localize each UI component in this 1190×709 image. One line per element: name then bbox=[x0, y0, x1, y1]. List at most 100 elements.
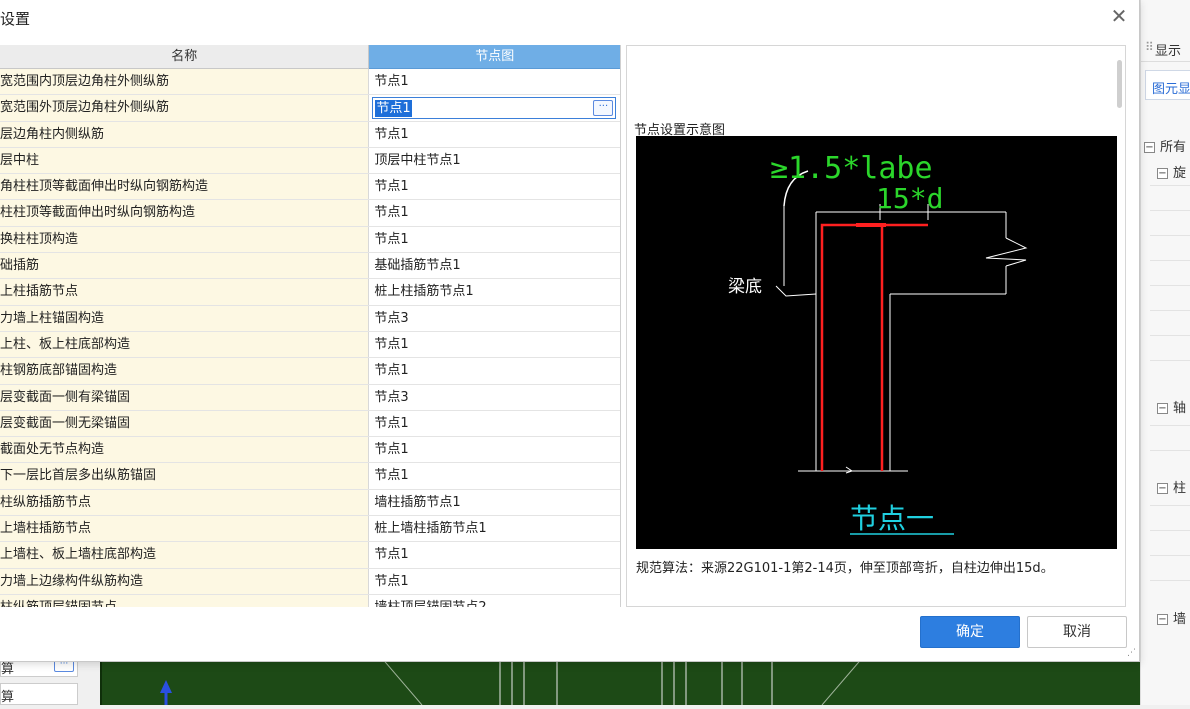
cell-name[interactable]: 层边角柱内侧纵筋 bbox=[0, 121, 370, 147]
cell-node-diagram[interactable]: 桩上柱插筋节点1 bbox=[369, 279, 620, 305]
cell-name[interactable]: 上柱插筋节点 bbox=[0, 279, 370, 305]
collapse-icon[interactable]: − bbox=[1157, 614, 1168, 625]
table-header: 名称 节点图 bbox=[0, 45, 620, 69]
node-diagram-svg: ≥1.5*labe 15*d 梁底 节点一 bbox=[728, 151, 1028, 535]
cell-name[interactable]: 宽范围内顶层边角柱外侧纵筋 bbox=[0, 69, 370, 95]
table-row[interactable]: 柱柱顶等截面伸出时纵向钢筋构造 节点1 bbox=[0, 200, 620, 227]
table-row[interactable]: 柱钢筋底部锚固构造 节点1 bbox=[0, 358, 620, 385]
cell-node-diagram[interactable]: 桩上墙柱插筋节点1 bbox=[369, 516, 620, 542]
cell-node-diagram[interactable]: 节点3 bbox=[369, 305, 620, 331]
table-row[interactable]: 层变截面一侧无梁锚固 节点1 bbox=[0, 410, 620, 438]
cell-name[interactable]: 上墙柱插筋节点 bbox=[0, 516, 370, 542]
cell-node-diagram[interactable]: 节点1 bbox=[369, 410, 620, 437]
collapse-icon[interactable]: − bbox=[1157, 403, 1168, 414]
table-row[interactable]: 截面处无节点构造 节点1 bbox=[0, 437, 620, 464]
cell-name[interactable]: 力墙上柱锚固构造 bbox=[0, 305, 370, 331]
cell-name[interactable]: 换柱柱顶构造 bbox=[0, 226, 370, 253]
cancel-button[interactable]: 取消 bbox=[1027, 616, 1127, 648]
node-diagram: ≥1.5*labe 15*d 梁底 节点一 bbox=[636, 136, 1117, 549]
preview-scrollbar[interactable] bbox=[1117, 60, 1122, 108]
cell-name[interactable]: 层变截面一侧无梁锚固 bbox=[0, 410, 370, 437]
column-header-name[interactable]: 名称 bbox=[0, 45, 370, 69]
cell-name[interactable]: 层中柱 bbox=[0, 147, 370, 174]
ellipsis-button[interactable]: ··· bbox=[593, 100, 614, 117]
resize-grip-icon[interactable]: ⋰ bbox=[1127, 648, 1136, 658]
table-row[interactable]: 柱纵筋顶层锚固节点墙柱顶层锚固节点2 bbox=[0, 594, 620, 607]
cell-node-diagram[interactable]: 节点1 bbox=[369, 226, 620, 253]
collapse-icon[interactable]: − bbox=[1144, 142, 1155, 153]
cell-node-diagram[interactable]: 节点1 bbox=[369, 542, 620, 568]
table-row[interactable]: 宽范围内顶层边角柱外侧纵筋 节点1 bbox=[0, 69, 620, 96]
table-row[interactable]: 下一层比首层多出纵筋锚固 节点1 bbox=[0, 463, 620, 490]
cell-node-diagram[interactable]: 节点1 bbox=[369, 358, 620, 384]
cell-node-diagram[interactable]: 节点1 bbox=[369, 331, 620, 358]
dialog-title: 设置 bbox=[0, 10, 31, 28]
display-toolbar-label[interactable]: 显示 bbox=[1141, 36, 1190, 62]
table-row[interactable]: 上墙柱插筋节点 桩上墙柱插筋节点1 bbox=[0, 516, 620, 543]
cell-name[interactable]: 柱钢筋底部锚固构造 bbox=[0, 358, 370, 384]
cell-name[interactable]: 上柱、板上柱底部构造 bbox=[0, 331, 370, 358]
tab-element-display[interactable]: 图元显 bbox=[1145, 70, 1190, 100]
settings-dialog: 设置 ✕ 名称 节点图 宽范围内顶层边角柱外侧纵筋 节点1 宽范围外顶层边角柱外侧纵… bbox=[0, 0, 1140, 662]
cell-name[interactable]: 础插筋 bbox=[0, 253, 370, 279]
cell-name[interactable]: 宽范围外顶层边角柱外侧纵筋 bbox=[0, 95, 370, 121]
collapse-icon[interactable]: − bbox=[1157, 483, 1168, 494]
cell-node-diagram[interactable]: 顶层中柱节点1 bbox=[369, 147, 620, 174]
tree-node-axis[interactable]: − 轴 bbox=[1157, 397, 1190, 416]
table-row[interactable]: 层中柱 顶层中柱节点1 bbox=[0, 147, 620, 175]
cell-node-diagram[interactable]: 节点3 bbox=[369, 384, 620, 410]
table-row[interactable]: 换柱柱顶构造 节点1 bbox=[0, 226, 620, 254]
cell-node-diagram[interactable]: 节点1 bbox=[369, 174, 620, 200]
cell-name[interactable]: 柱纵筋顶层锚固节点 bbox=[0, 594, 370, 607]
cell-name[interactable]: 柱柱顶等截面伸出时纵向钢筋构造 bbox=[0, 200, 370, 226]
table-row[interactable]: 柱纵筋插筋节点 墙柱插筋节点1 bbox=[0, 489, 620, 517]
label-bend-length: 15*d bbox=[876, 182, 943, 215]
cell-node-diagram[interactable]: 节点1 ··· bbox=[369, 95, 620, 121]
column-header-node-diagram[interactable]: 节点图 bbox=[369, 45, 620, 69]
cell-name[interactable]: 角柱柱顶等截面伸出时纵向钢筋构造 bbox=[0, 174, 370, 200]
tree-node-rotate[interactable]: − 旋 bbox=[1157, 162, 1190, 181]
cell-node-diagram[interactable]: 节点1 bbox=[369, 568, 620, 594]
collapse-icon[interactable]: − bbox=[1157, 168, 1168, 179]
cell-name[interactable]: 力墙上边缘构件纵筋构造 bbox=[0, 568, 370, 594]
tree-node-all[interactable]: − 所有 bbox=[1144, 136, 1190, 155]
axis-z-arrow-icon bbox=[160, 680, 172, 693]
cell-name[interactable]: 上墙柱、板上墙柱底部构造 bbox=[0, 542, 370, 568]
table-row[interactable]: 层变截面一侧有梁锚固 节点3 bbox=[0, 384, 620, 411]
table-row[interactable]: 层边角柱内侧纵筋 节点1 bbox=[0, 121, 620, 148]
selected-node-text[interactable]: 节点1 bbox=[375, 100, 412, 118]
table-row[interactable]: 础插筋 基础插筋节点1 bbox=[0, 253, 620, 280]
right-side-panel: ⠿ 显示 图元显 bbox=[1140, 0, 1190, 705]
specification-note: 规范算法：来源22G101-1第2-14页，伸至顶部弯折，自柱边伸出15d。 bbox=[636, 561, 1054, 576]
background-field[interactable]: 算 bbox=[0, 683, 78, 705]
cell-node-diagram[interactable]: 墙柱顶层锚固节点2 bbox=[369, 594, 620, 607]
table-row[interactable]: 上柱插筋节点 桩上柱插筋节点1 bbox=[0, 279, 620, 306]
cell-name[interactable]: 下一层比首层多出纵筋锚固 bbox=[0, 463, 370, 489]
preview-panel: 节点设置示意图 ≥1.5*labe 15*d 梁底 节点一 规范算法：来源22G… bbox=[626, 45, 1126, 607]
diagram-caption: 节点一 bbox=[850, 502, 934, 535]
table-row[interactable]: 力墙上柱锚固构造 节点3 bbox=[0, 305, 620, 332]
close-icon[interactable]: ✕ bbox=[1108, 6, 1130, 28]
table-row[interactable]: 宽范围外顶层边角柱外侧纵筋 节点1 ··· bbox=[0, 95, 620, 122]
cell-node-diagram[interactable]: 墙柱插筋节点1 bbox=[369, 489, 620, 516]
table-row[interactable]: 上柱、板上柱底部构造 节点1 bbox=[0, 331, 620, 359]
cell-node-diagram[interactable]: 基础插筋节点1 bbox=[369, 253, 620, 279]
cell-node-diagram[interactable]: 节点1 bbox=[369, 121, 620, 147]
node-diagram-editor[interactable]: 节点1 ··· bbox=[372, 97, 617, 120]
node-settings-table: 名称 节点图 宽范围内顶层边角柱外侧纵筋 节点1 宽范围外顶层边角柱外侧纵筋 节点1 ·… bbox=[0, 45, 621, 607]
tree-node-wall[interactable]: − 墙 bbox=[1157, 608, 1190, 627]
cell-node-diagram[interactable]: 节点1 bbox=[369, 69, 620, 95]
cell-node-diagram[interactable]: 节点1 bbox=[369, 437, 620, 463]
cell-name[interactable]: 层变截面一侧有梁锚固 bbox=[0, 384, 370, 410]
tree-node-column[interactable]: − 柱 bbox=[1157, 477, 1190, 496]
cell-node-diagram[interactable]: 节点1 bbox=[369, 200, 620, 226]
ok-button[interactable]: 确定 bbox=[920, 616, 1020, 648]
table-row[interactable]: 上墙柱、板上墙柱底部构造 节点1 bbox=[0, 542, 620, 569]
cell-node-diagram[interactable]: 节点1 bbox=[369, 463, 620, 489]
table-row[interactable]: 角柱柱顶等截面伸出时纵向钢筋构造 节点1 bbox=[0, 174, 620, 201]
table-row[interactable]: 力墙上边缘构件纵筋构造 节点1 bbox=[0, 568, 620, 595]
label-min-anchorage: ≥1.5*labe bbox=[770, 151, 933, 186]
cell-name[interactable]: 截面处无节点构造 bbox=[0, 437, 370, 463]
cell-name[interactable]: 柱纵筋插筋节点 bbox=[0, 489, 370, 516]
table-body: 宽范围内顶层边角柱外侧纵筋 节点1 宽范围外顶层边角柱外侧纵筋 节点1 ··· 层边角柱内… bbox=[0, 69, 620, 607]
